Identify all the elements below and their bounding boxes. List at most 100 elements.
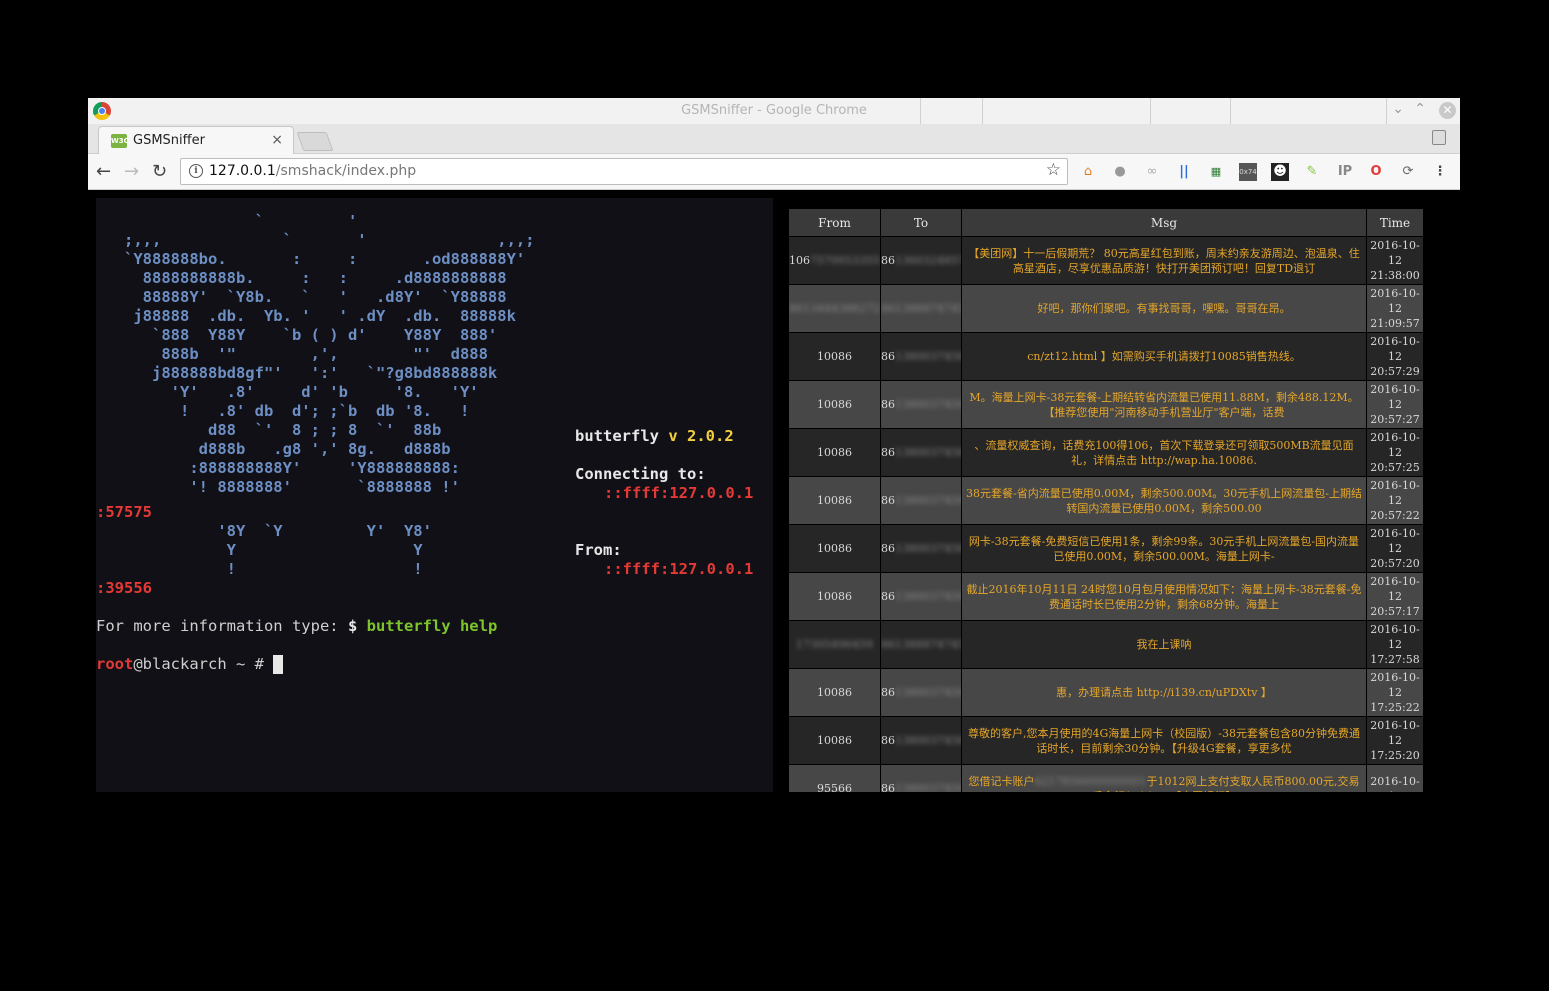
to-prefix: 86	[881, 254, 896, 267]
bars-extension-icon[interactable]: ||	[1175, 163, 1193, 181]
msg-date: 2016-10-12	[1370, 383, 1420, 411]
menu-icon[interactable]: ⋮	[1431, 163, 1449, 181]
bookmark-star-icon[interactable]: ☆	[1046, 160, 1061, 180]
redacted-to: 1380037458	[895, 542, 962, 555]
window-title: GSMSniffer - Google Chrome	[681, 103, 867, 118]
home-extension-icon[interactable]: ⌂	[1079, 163, 1097, 181]
cell-time: 2016-10- 12 20:57:22	[1366, 476, 1423, 525]
msg-date: 2016-10-12	[1370, 479, 1420, 507]
table-row[interactable]: 9556686138003745840您借记卡账户621785600000000…	[788, 764, 1423, 793]
close-window-icon[interactable]: ✕	[1439, 102, 1456, 119]
cell-to: 8613800374580	[880, 476, 962, 525]
profile-icon[interactable]	[1432, 130, 1446, 145]
cell-to: 8613603248572	[880, 236, 962, 285]
to-prefix: 86	[881, 686, 896, 699]
redacted-to: 1380037458	[895, 734, 962, 747]
cell-msg: 尊敬的客户,您本月使用的4G海量上网卡（校园版）-38元套餐包含80分钟免费通话…	[961, 716, 1367, 765]
dev-extension-icon[interactable]: 0x74	[1239, 163, 1257, 181]
col-header-from: From	[788, 208, 881, 237]
connecting-label: Connecting to:	[575, 465, 706, 483]
msg-date: 2016-10-12	[1370, 623, 1420, 651]
msg-date: 2016-10-12	[1370, 527, 1420, 555]
table-row[interactable]: 1067570053355328613603248572【美团网】十一后假期荒？…	[788, 236, 1423, 285]
cell-msg: 您借记卡账户6217856000000001于1012网上支付支取人民币800.…	[961, 764, 1367, 792]
web-extension-icon[interactable]: ▦	[1207, 163, 1225, 181]
table-row[interactable]: 10086 861380037458038元套餐-省内流量已使用0.00M，剩余5…	[788, 476, 1423, 525]
back-icon[interactable]: ←	[96, 161, 111, 182]
cell-to: 8613800374580	[880, 524, 962, 573]
cell-to: 8613800374580	[880, 332, 962, 381]
forward-icon[interactable]: →	[124, 161, 139, 182]
cell-time: 2016-10-12	[1366, 764, 1423, 793]
from-label: From:	[575, 541, 622, 559]
table-row[interactable]: 17305496459 86138887474581 我在上课呐 2016-10-12…	[788, 620, 1423, 669]
table-row[interactable]: 10086 8613800374580网卡-38元套餐-免费短信已使用1条，剩余9…	[788, 524, 1423, 573]
redacted-to: 8613888747458	[881, 638, 961, 651]
title-separator	[1386, 98, 1387, 124]
page-content: ` ' ;,,, ` ' ,,,; `Y888888bo. : : .od888…	[88, 190, 1460, 890]
cell-from: 8613444388272	[788, 284, 881, 333]
url-text[interactable]: 127.0.0.1/smshack/index.php	[209, 163, 416, 179]
address-bar[interactable]: i 127.0.0.1/smshack/index.php ☆	[180, 158, 1068, 185]
msg-date: 2016-10-12	[1370, 239, 1420, 267]
ip-extension-icon[interactable]: IP	[1333, 163, 1357, 181]
info-line: For more information type: $ butterfly h…	[96, 617, 498, 635]
to-prefix: 86	[881, 398, 896, 411]
cell-msg: 网卡-38元套餐-免费短信已使用1条，剩余99条。30元手机上网流量包-国内流量…	[961, 524, 1367, 573]
new-tab-button[interactable]	[296, 132, 334, 151]
msg-text: 惠，办理请点击 http://i139.cn/uPDXtv 】	[1056, 686, 1272, 699]
tab-close-icon[interactable]: ×	[271, 132, 283, 148]
mask-extension-icon[interactable]: ☻	[1271, 163, 1289, 181]
table-row[interactable]: 86134443882728613888747458 好吧，那你们聚吧。有事找哥哥…	[788, 284, 1423, 333]
cell-from: 17305496459	[788, 620, 881, 669]
cell-to: 8613800374580	[880, 668, 962, 717]
butterfly-ascii-art: ` ' ;,,, ` ' ,,,; `Y888888bo. : : .od888…	[123, 212, 535, 496]
from-address: ::ffff:127.0.0.1	[604, 560, 754, 578]
to-prefix: 86	[881, 494, 896, 507]
toolbar: ← → ↻ i 127.0.0.1/smshack/index.php ☆ ⌂ …	[88, 154, 1460, 190]
msg-date: 2016-10-12	[1370, 774, 1420, 793]
msg-date: 2016-10-12	[1370, 671, 1420, 699]
table-row[interactable]: 10086 8613800374580尊敬的客户,您本月使用的4G海量上网卡（校园…	[788, 716, 1423, 765]
from-prefix: 10086	[817, 590, 852, 603]
cell-time: 2016-10- 12 20:57:27	[1366, 380, 1423, 429]
table-row[interactable]: 10086 8613800374580 、流量权威查询，话费充100得106，首次下…	[788, 428, 1423, 477]
to-prefix: 86	[881, 446, 896, 459]
shell-prompt[interactable]: root@blackarch ~ #	[96, 655, 284, 674]
redacted-to: 1380037458	[895, 398, 962, 411]
cell-to: 86138003745840	[880, 764, 962, 792]
feather-extension-icon[interactable]: ✎	[1303, 163, 1321, 181]
cell-time: 2016-10- 12 20:57:29	[1366, 332, 1423, 381]
reload-icon[interactable]: ↻	[152, 161, 167, 182]
cell-msg: 惠，办理请点击 http://i139.cn/uPDXtv 】	[961, 668, 1367, 717]
cell-from: 10086	[788, 524, 881, 573]
msg-text: 我在上课呐	[1136, 638, 1192, 651]
butterfly-terminal[interactable]: ` ' ;,,, ` ' ,,,; `Y888888bo. : : .od888…	[96, 198, 773, 792]
cell-to: 8613800374580	[880, 572, 962, 621]
cell-to: 86138887474581	[880, 620, 962, 669]
table-row[interactable]: 10086 8613800374580 惠，办理请点击 http://i139.cn…	[788, 668, 1423, 717]
redacted-from: 7570053355	[810, 254, 880, 267]
table-row[interactable]: 10086 8613800374580 cn/zt12.html 】如需购买手机请拨…	[788, 332, 1423, 381]
link-extension-icon[interactable]: ∞	[1143, 163, 1161, 181]
table-row[interactable]: 10086 8613800374580M。海量上网卡-38元套餐-上期结转省内流量…	[788, 380, 1423, 429]
maximize-icon[interactable]: ⌃	[1414, 101, 1426, 117]
refresh-extension-icon[interactable]: ⟳	[1399, 163, 1417, 181]
tab-strip: W3C GSMSniffer ×	[88, 124, 1460, 154]
info-icon[interactable]: i	[189, 164, 203, 178]
title-separator	[920, 98, 921, 124]
cell-time: 2016-10- 12 21:38:00	[1366, 236, 1423, 285]
cell-msg: M。海量上网卡-38元套餐-上期结转省内流量已使用11.88M，剩余488.12…	[961, 380, 1367, 429]
col-header-time: Time	[1366, 208, 1423, 237]
from-prefix: 10086	[817, 350, 852, 363]
circle-extension-icon[interactable]: ●	[1111, 163, 1129, 181]
msg-text: 38元套餐-省内流量已使用0.00M，剩余500.00M。30元手机上网流量包-…	[966, 486, 1362, 515]
opera-extension-icon[interactable]: O	[1367, 163, 1385, 181]
minimize-icon[interactable]: ⌄	[1392, 101, 1404, 117]
msg-text: cn/zt12.html 】如需购买手机请拨打10085销售热线。	[1027, 350, 1301, 363]
table-row[interactable]: 10086 8613800374580截止2016年10月11日 24时您10月包…	[788, 572, 1423, 621]
to-prefix: 86	[881, 590, 896, 603]
sms-table: From To Msg Time 10675700533553286136032…	[788, 208, 1423, 792]
tab-gsmsniffer[interactable]: W3C GSMSniffer ×	[98, 126, 294, 154]
w3c-favicon-icon: W3C	[111, 134, 129, 148]
